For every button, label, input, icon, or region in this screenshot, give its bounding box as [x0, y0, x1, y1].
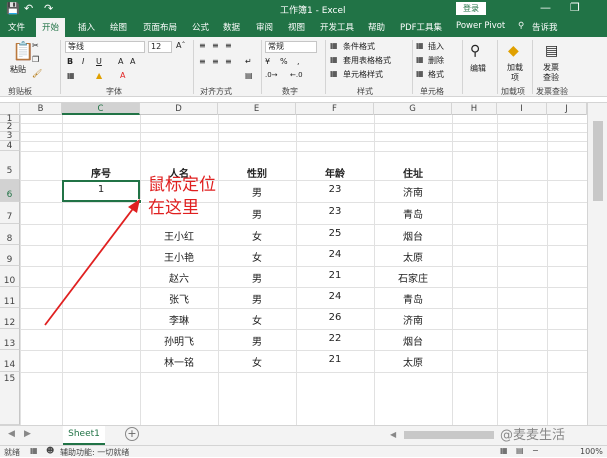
zoom-level[interactable]: 100% — [580, 447, 603, 456]
annotation-arrow-line — [44, 205, 136, 326]
vertical-scrollbar[interactable] — [587, 103, 607, 425]
next-sheet-icon[interactable]: ▶ — [24, 429, 31, 439]
status-ready: 就绪 — [4, 448, 20, 457]
view-page-layout-icon[interactable]: ▤ — [516, 446, 524, 455]
annotation-text-line2: 在这里 — [148, 198, 199, 218]
annotation-text-line1: 鼠标定位 — [148, 175, 216, 195]
annotation-arrow-head — [128, 199, 140, 213]
sheet-tab[interactable]: Sheet1 — [63, 426, 105, 445]
horizontal-scrollbar[interactable] — [404, 431, 494, 439]
prev-sheet-icon[interactable]: ◀ — [8, 429, 15, 439]
zoom-out-icon[interactable]: − — [532, 446, 539, 455]
annotation-arrow-svg — [44, 199, 140, 326]
macro-record-icon[interactable]: ▦ — [30, 446, 38, 455]
view-normal-icon[interactable]: ▦ — [500, 446, 508, 455]
scrollbar-thumb[interactable] — [593, 121, 603, 201]
scroll-left-icon[interactable]: ◀ — [390, 430, 396, 439]
watermark: @麦麦生活 — [500, 428, 566, 443]
add-sheet-button[interactable]: + — [125, 427, 139, 441]
accessibility-icon[interactable]: ☻ — [46, 446, 54, 455]
accessibility-status[interactable]: 辅助功能: 一切就绪 — [60, 447, 129, 458]
status-bar: 就绪 ▦ ☻ 辅助功能: 一切就绪 ▦ ▤ − 100% — [0, 445, 607, 457]
